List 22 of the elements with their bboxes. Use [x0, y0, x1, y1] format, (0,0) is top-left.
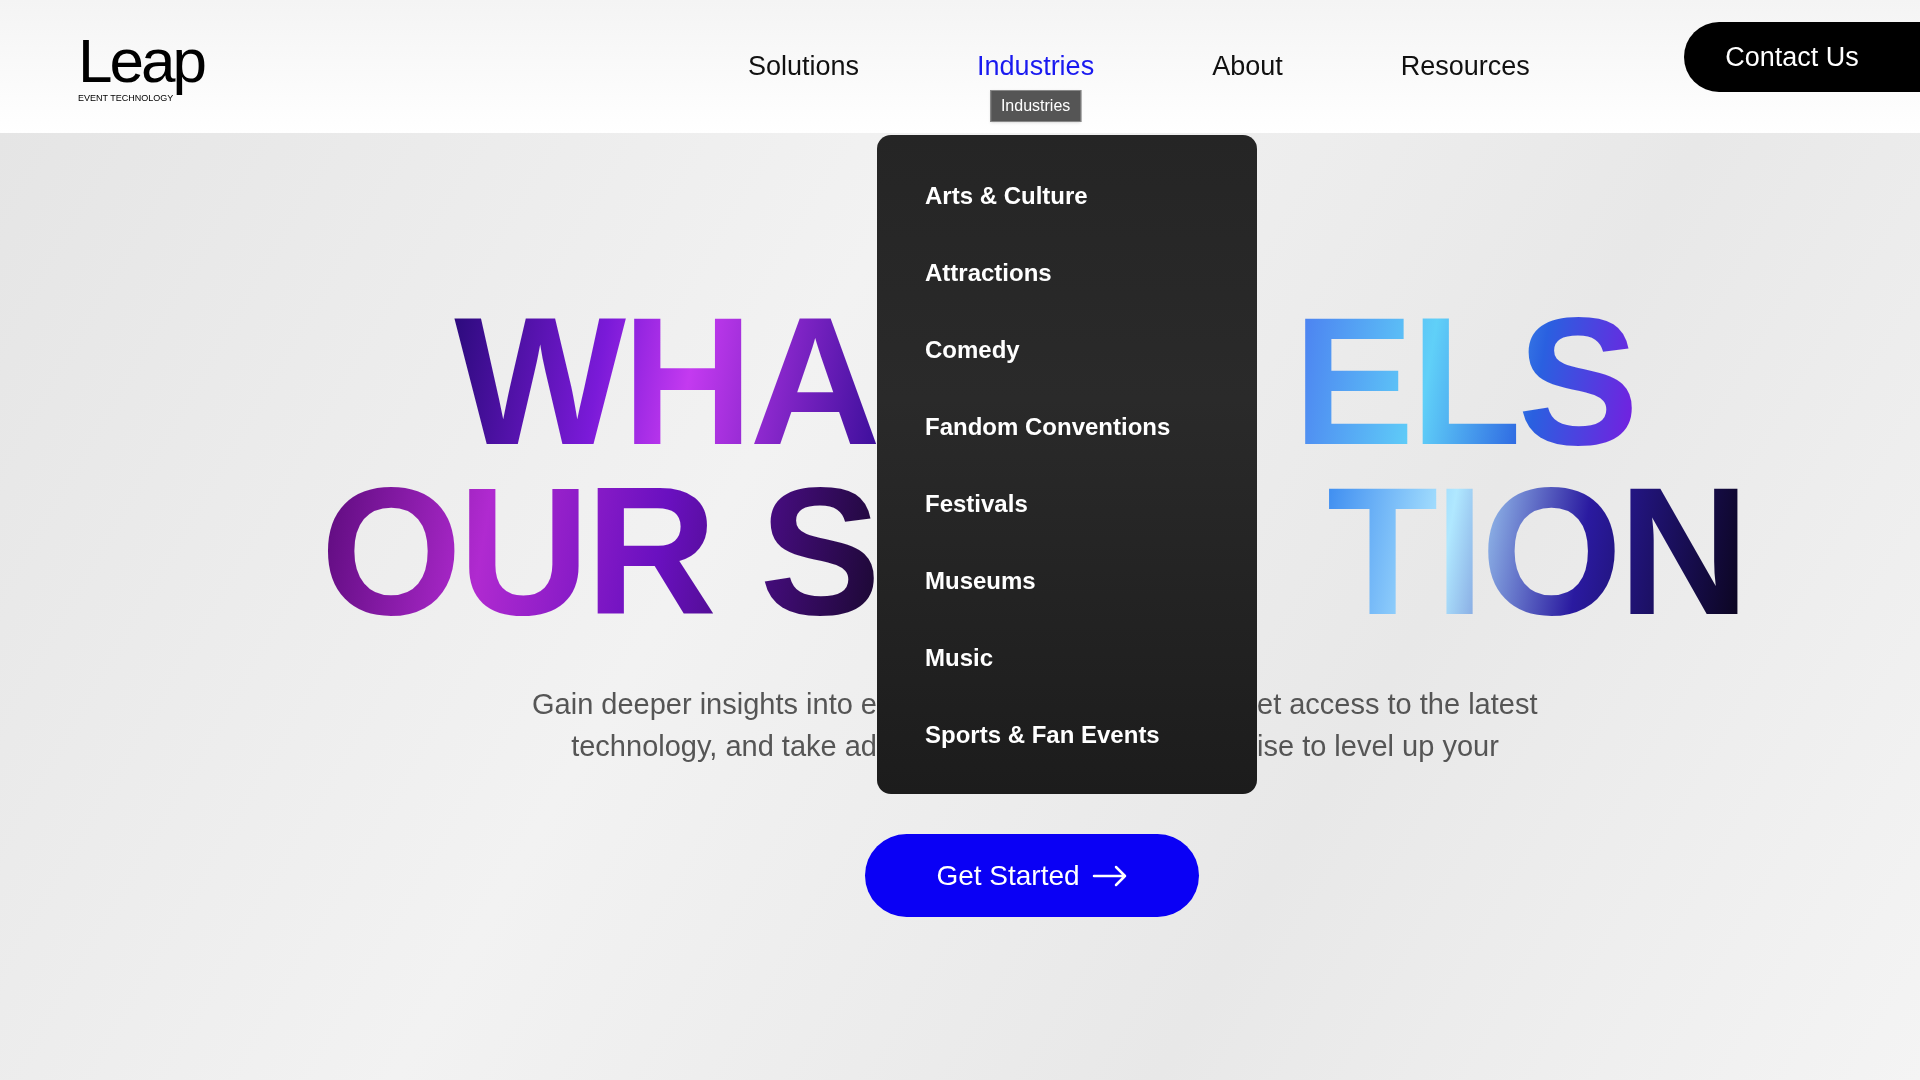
nav-link[interactable]: Resources [1400, 51, 1530, 82]
contact-us-button[interactable]: Contact Us [1684, 22, 1920, 92]
hero-description: et access to the latest [1257, 687, 1538, 723]
dropdown-item[interactable]: Festivals [925, 487, 1257, 521]
dropdown-item[interactable]: Fandom Conventions [925, 410, 1257, 444]
hero-description: ise to level up your [1257, 729, 1499, 765]
dropdown-item[interactable]: Sports & Fan Events [925, 718, 1257, 752]
dropdown-item[interactable]: Arts & Culture [925, 179, 1257, 213]
nav-link[interactable]: Solutions [748, 51, 860, 82]
logo-tagline: EVENT TECHNOLOGY [78, 94, 174, 103]
dropdown-item[interactable]: Museums [925, 564, 1257, 598]
nav-link[interactable]: About [1212, 51, 1283, 82]
dropdown-item[interactable]: Music [925, 641, 1257, 675]
tooltip: Industries [989, 90, 1082, 123]
hero-description: technology, and take ad [571, 729, 877, 765]
logo[interactable]: Leap EVENT TECHNOLOGY [78, 30, 228, 103]
hero-description: Gain deeper insights into e [532, 687, 877, 723]
arrow-right-icon [1091, 864, 1128, 887]
dropdown-item[interactable]: Attractions [925, 256, 1257, 290]
dropdown-item[interactable]: Comedy [925, 333, 1257, 367]
get-started-button[interactable]: Get Started [865, 834, 1199, 917]
nav-link[interactable]: Industries [977, 51, 1095, 82]
